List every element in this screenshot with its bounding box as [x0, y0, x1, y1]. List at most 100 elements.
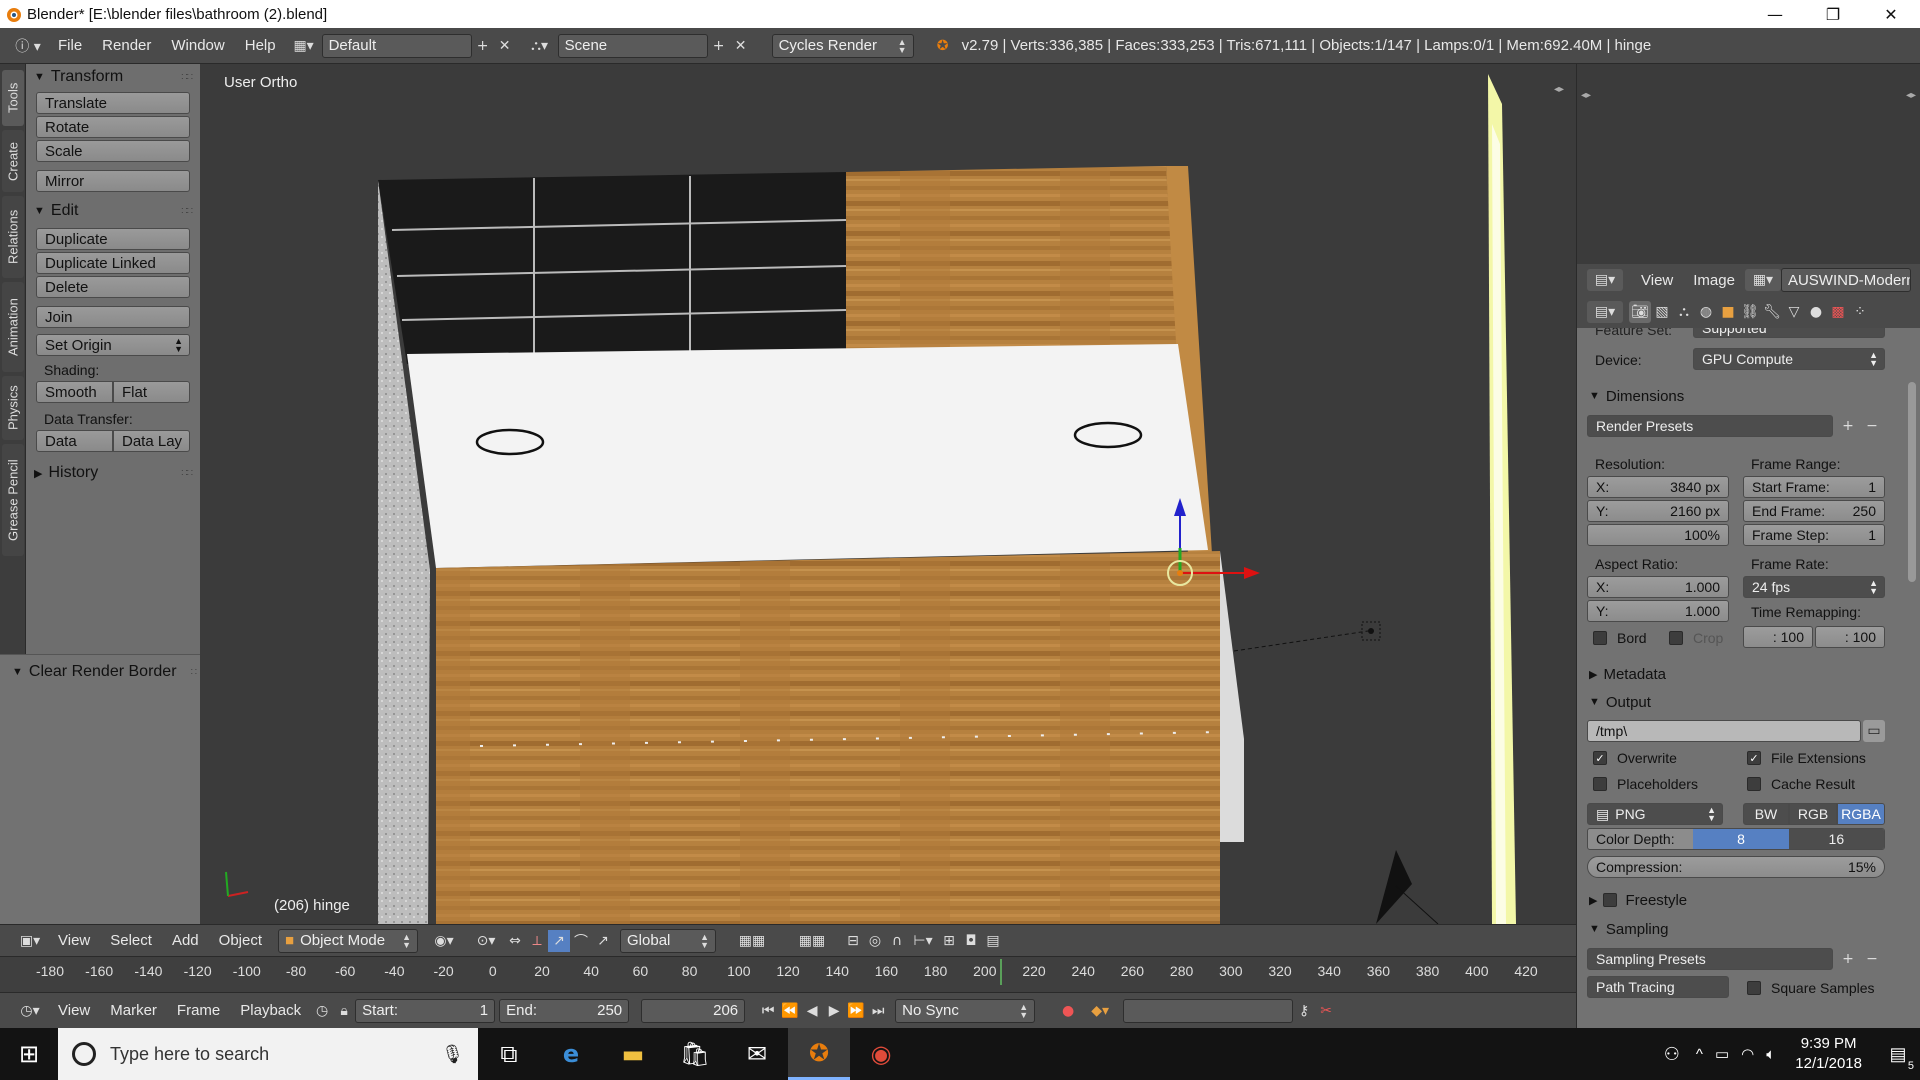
delete-button[interactable]: Delete: [36, 276, 190, 298]
world-tab-icon[interactable]: ◍: [1695, 301, 1717, 323]
battery-icon[interactable]: ▭: [1715, 1045, 1729, 1063]
menu-playback[interactable]: Playback: [230, 1002, 311, 1019]
translate-manipulator-icon[interactable]: ⟂: [526, 930, 548, 952]
properties-toggle-icon[interactable]: ◂▸: [1554, 84, 1564, 95]
tab-physics[interactable]: Physics: [2, 376, 24, 440]
join-button[interactable]: Join: [36, 306, 190, 328]
file-extensions-checkbox[interactable]: ✓ File Extensions: [1747, 750, 1866, 766]
insert-keyframe-icon[interactable]: ⚷: [1293, 1000, 1315, 1022]
set-origin-dropdown[interactable]: Set Origin ▲ ▼: [36, 334, 190, 356]
tab-relations[interactable]: Relations: [2, 196, 24, 278]
integrator-dropdown[interactable]: Path Tracing: [1587, 976, 1729, 998]
tab-grease-pencil[interactable]: Grease Pencil: [2, 444, 24, 556]
resolution-y-field[interactable]: Y: 2160 px: [1587, 500, 1729, 522]
grip-icon[interactable]: ∷: [191, 667, 197, 678]
upper-right-editor[interactable]: ◂▸ ◂▸: [1576, 64, 1920, 264]
minimize-button[interactable]: —: [1746, 0, 1804, 28]
start-frame-field[interactable]: Start: 1: [355, 998, 496, 1023]
data-tab-icon[interactable]: ▽: [1783, 301, 1805, 323]
material-tab-icon[interactable]: ●: [1805, 301, 1827, 323]
rgb-button[interactable]: RGB: [1789, 803, 1837, 825]
file-explorer-icon[interactable]: ▬: [602, 1028, 664, 1080]
tab-animation[interactable]: Animation: [2, 282, 24, 372]
show-hidden-icons[interactable]: ^: [1696, 1046, 1703, 1063]
tab-create[interactable]: Create: [2, 130, 24, 192]
folder-browse-icon[interactable]: ▭: [1863, 720, 1885, 742]
resolution-percent-field[interactable]: 100%: [1587, 524, 1729, 546]
jump-keyframe-forward-icon[interactable]: ⏩: [845, 1000, 867, 1022]
smooth-button[interactable]: Smooth: [36, 381, 113, 403]
play-icon[interactable]: ▶: [823, 1000, 845, 1022]
freestyle-panel-header[interactable]: ▶ Freestyle: [1577, 888, 1920, 912]
orientation-dropdown[interactable]: Global ▲ ▼: [620, 928, 717, 953]
task-view-icon[interactable]: ⧉: [478, 1028, 540, 1080]
current-frame-field[interactable]: 206: [641, 998, 746, 1023]
chrome-icon[interactable]: ◉: [850, 1028, 912, 1080]
overwrite-checkbox[interactable]: ✓ Overwrite: [1593, 750, 1677, 766]
tab-tools[interactable]: Tools: [2, 70, 24, 126]
jump-start-icon[interactable]: ⏮: [757, 1000, 779, 1022]
taskbar-search-box[interactable]: Type here to search 🎙︎: [58, 1028, 478, 1080]
render-layers-tab-icon[interactable]: ▧: [1651, 301, 1673, 323]
transform-panel-header[interactable]: ▼ Transform ∷∷: [26, 64, 200, 90]
compression-field[interactable]: Compression: 15%: [1587, 856, 1885, 878]
frame-step-field[interactable]: Frame Step: 1: [1743, 524, 1885, 546]
crop-checkbox[interactable]: Crop: [1669, 630, 1723, 646]
manipulator-extra-icon[interactable]: ↗: [592, 930, 614, 952]
color-depth-8-button[interactable]: 8: [1693, 829, 1789, 849]
record-icon[interactable]: ●: [1057, 1000, 1079, 1022]
scene-icon[interactable]: ⛬▾: [522, 35, 558, 57]
rotate-manipulator-icon[interactable]: ↗: [548, 929, 571, 952]
editor-type-image-icon[interactable]: ▤▾: [1587, 269, 1623, 291]
render-opengl-icon[interactable]: ◘: [960, 930, 982, 952]
editor-type-3d-icon[interactable]: ▣▾: [12, 930, 48, 952]
layers-grid-icon[interactable]: ▦▦: [722, 930, 782, 952]
flat-button[interactable]: Flat: [113, 381, 190, 403]
menu-render[interactable]: Render: [92, 37, 161, 54]
sampling-presets-dropdown[interactable]: Sampling Presets: [1587, 948, 1833, 970]
cache-result-checkbox[interactable]: Cache Result: [1747, 776, 1855, 792]
particles-tab-icon[interactable]: ⁘: [1849, 301, 1871, 323]
rgba-button[interactable]: RGBA: [1837, 803, 1885, 825]
translate-button[interactable]: Translate: [36, 92, 190, 114]
delete-keyframe-icon[interactable]: ✂: [1315, 1000, 1337, 1022]
mail-icon[interactable]: ✉: [726, 1028, 788, 1080]
remove-layout-icon[interactable]: ✕: [494, 35, 516, 57]
menu-image-view[interactable]: View: [1631, 272, 1683, 289]
sampling-panel-header[interactable]: ▼ Sampling: [1577, 917, 1920, 941]
mode-dropdown[interactable]: ■ Object Mode ▲ ▼: [278, 928, 419, 953]
square-samples-checkbox[interactable]: Square Samples: [1747, 980, 1875, 996]
render-presets-dropdown[interactable]: Render Presets: [1587, 415, 1833, 437]
snap-icon[interactable]: ∩: [886, 930, 908, 952]
preview-range-icon[interactable]: ◷: [311, 1000, 333, 1022]
rotate-button[interactable]: Rotate: [36, 116, 190, 138]
menu-marker[interactable]: Marker: [100, 1002, 167, 1019]
scale-manipulator-icon[interactable]: ⌒: [570, 930, 592, 952]
constraints-tab-icon[interactable]: ⛓: [1739, 301, 1761, 323]
mirror-button[interactable]: Mirror: [36, 170, 190, 192]
people-icon[interactable]: ⚇: [1664, 1044, 1680, 1065]
volume-icon[interactable]: 🔈︎: [1766, 1046, 1775, 1063]
feature-set-dropdown[interactable]: Supported: [1693, 328, 1885, 338]
blender-taskbar-icon[interactable]: ✪: [788, 1028, 850, 1080]
menu-frame[interactable]: Frame: [167, 1002, 230, 1019]
editor-type-timeline-icon[interactable]: ◷▾: [12, 1000, 48, 1022]
grip-icon[interactable]: ∷∷: [181, 206, 193, 217]
render-tab-icon[interactable]: 📷︎: [1629, 301, 1651, 323]
color-depth-16-button[interactable]: 16: [1788, 829, 1884, 849]
snap-target-icon[interactable]: ⊞: [938, 930, 960, 952]
end-frame-prop-field[interactable]: End Frame: 250: [1743, 500, 1885, 522]
wifi-icon[interactable]: ◠: [1741, 1045, 1754, 1063]
properties-scrollbar[interactable]: [1908, 382, 1916, 582]
menu-object[interactable]: Object: [209, 932, 272, 949]
image-name-field[interactable]: AUSWIND-Modern: [1780, 268, 1911, 292]
add-sampling-preset-icon[interactable]: +: [1837, 948, 1859, 970]
menu-window[interactable]: Window: [161, 37, 234, 54]
viewport-shading-icon[interactable]: ◉▾: [426, 930, 462, 952]
menu-image[interactable]: Image: [1683, 272, 1745, 289]
remove-preset-icon[interactable]: −: [1861, 415, 1883, 437]
region-toggle-icon[interactable]: ◂▸: [1581, 90, 1591, 101]
menu-file[interactable]: File: [48, 37, 92, 54]
menu-select[interactable]: Select: [100, 932, 162, 949]
menu-view[interactable]: View: [48, 932, 100, 949]
